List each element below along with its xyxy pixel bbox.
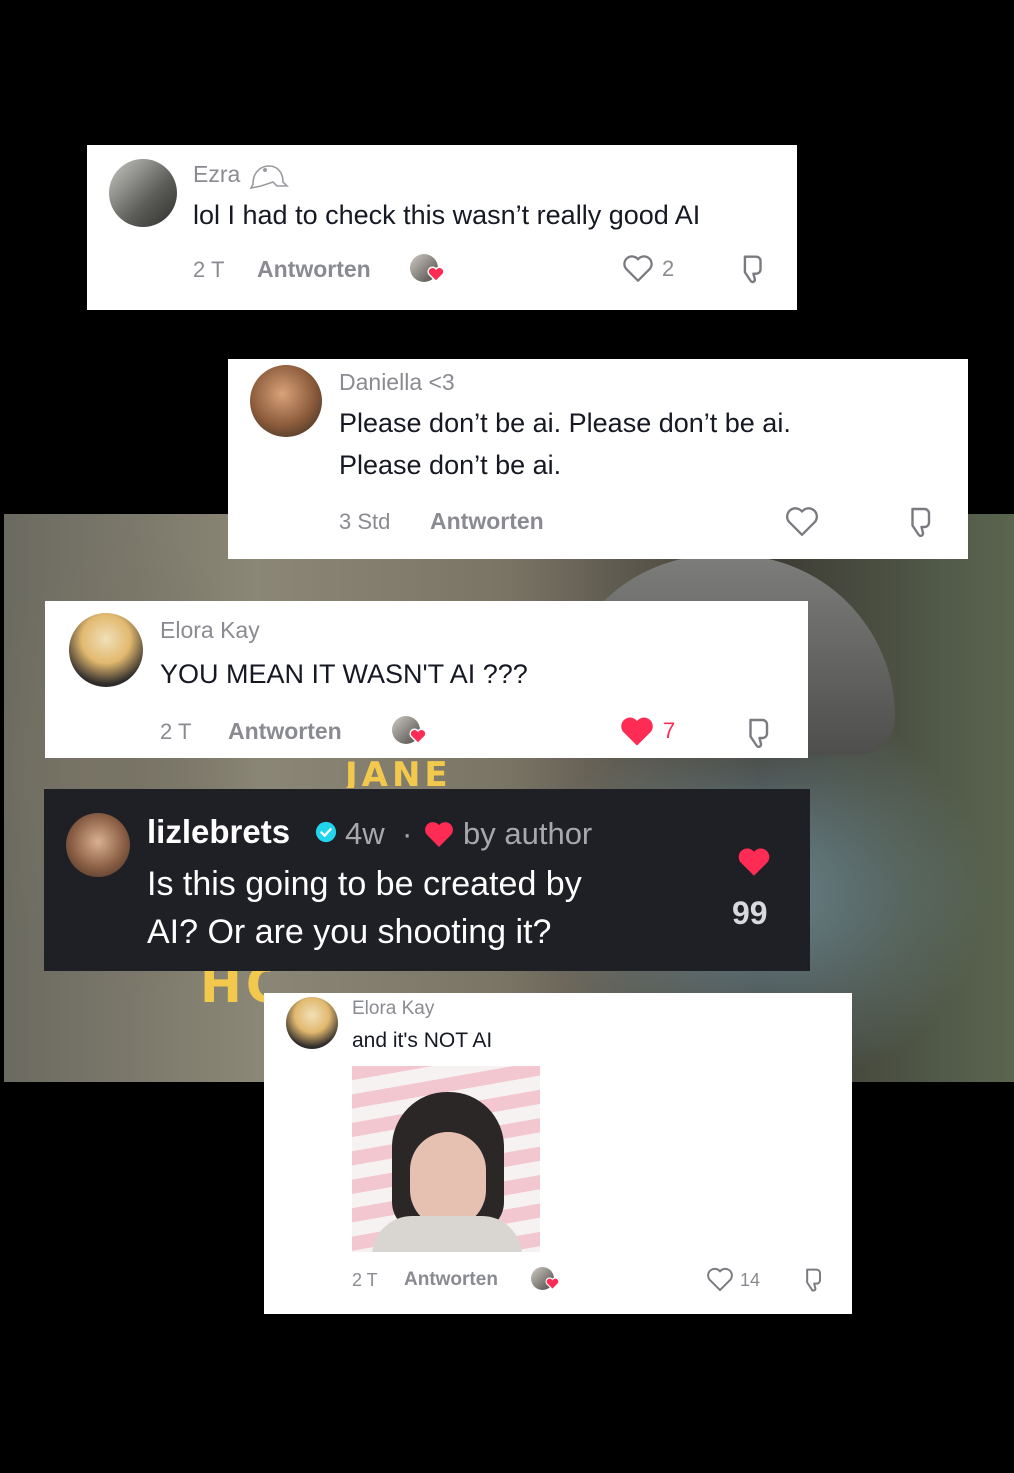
comment-age: 4w <box>345 816 385 851</box>
like-heart-filled-icon[interactable] <box>618 714 656 748</box>
dislike-icon[interactable] <box>799 1265 827 1293</box>
image-person-body <box>372 1216 522 1252</box>
image-person-face <box>410 1132 486 1228</box>
comment-time: 2 T <box>160 719 192 744</box>
like-count: 2 <box>662 256 675 281</box>
comment-card-elora-1: Elora Kay YOU MEAN IT WASN'T AI ??? 2 T … <box>45 601 808 758</box>
comment-text-line-1: Please don’t be ai. Please don’t be ai. <box>339 408 791 438</box>
like-count: 7 <box>663 718 676 743</box>
commenter-name[interactable]: lizlebrets <box>147 813 290 851</box>
commenter-name[interactable]: Daniella <3 <box>339 369 455 396</box>
comment-time: 3 Std <box>339 509 391 534</box>
like-count: 14 <box>740 1270 761 1290</box>
like-count: 99 <box>732 895 768 931</box>
creator-tag: by author <box>463 816 593 851</box>
comment-text-line-2: Please don’t be ai. <box>339 450 562 480</box>
background-title-fragment-1: JANE <box>345 760 452 788</box>
like-heart-icon[interactable] <box>706 1266 734 1292</box>
avatar[interactable] <box>109 159 177 227</box>
avatar[interactable] <box>66 813 130 877</box>
avatar[interactable] <box>69 613 143 687</box>
comment-card-ezra: Ezra lol I had to check this wasn’t real… <box>87 145 797 310</box>
comment-time: 2 T <box>193 257 225 282</box>
reply-button[interactable]: Antworten <box>228 718 342 745</box>
comment-card-lizlebrets: lizlebrets 4w · by author Is this going … <box>44 789 810 971</box>
separator-dot: · <box>402 816 413 851</box>
like-heart-icon[interactable] <box>784 505 820 537</box>
liked-by-author-heart-icon <box>425 822 453 847</box>
dislike-icon[interactable] <box>735 251 769 285</box>
commenter-name[interactable]: Elora Kay <box>160 617 260 644</box>
comment-text: and it's NOT AI <box>352 1029 493 1052</box>
comment-text-line-1: Is this going to be created by <box>147 865 582 903</box>
creator-liked-heart-icon <box>409 728 427 744</box>
reply-button[interactable]: Antworten <box>257 256 371 283</box>
avatar[interactable] <box>286 997 338 1049</box>
comment-text: lol I had to check this wasn’t really go… <box>193 200 701 230</box>
verified-badge-icon <box>315 821 337 843</box>
creator-liked-heart-icon <box>427 266 445 282</box>
like-heart-filled-icon[interactable] <box>736 845 772 878</box>
comment-image[interactable] <box>352 1066 540 1252</box>
comment-text-line-2: AI? Or are you shooting it? <box>147 913 552 951</box>
like-heart-icon[interactable] <box>622 253 654 283</box>
comment-card-daniella: Daniella <3 Please don’t be ai. Please d… <box>228 359 968 559</box>
creator-liked-heart-icon <box>545 1277 560 1290</box>
reply-button[interactable]: Antworten <box>404 1269 498 1291</box>
commenter-name[interactable]: Elora Kay <box>352 998 434 1020</box>
comment-text: YOU MEAN IT WASN'T AI ??? <box>160 659 528 689</box>
reply-button[interactable]: Antworten <box>430 508 544 535</box>
comment-time: 2 T <box>352 1270 378 1290</box>
frog-icon <box>249 165 289 190</box>
comment-card-elora-2: Elora Kay and it's NOT AI 2 T Antworten … <box>264 993 852 1314</box>
dislike-icon[interactable] <box>902 503 938 539</box>
commenter-name[interactable]: Ezra <box>193 161 240 188</box>
dislike-icon[interactable] <box>740 714 776 750</box>
avatar[interactable] <box>250 365 322 437</box>
